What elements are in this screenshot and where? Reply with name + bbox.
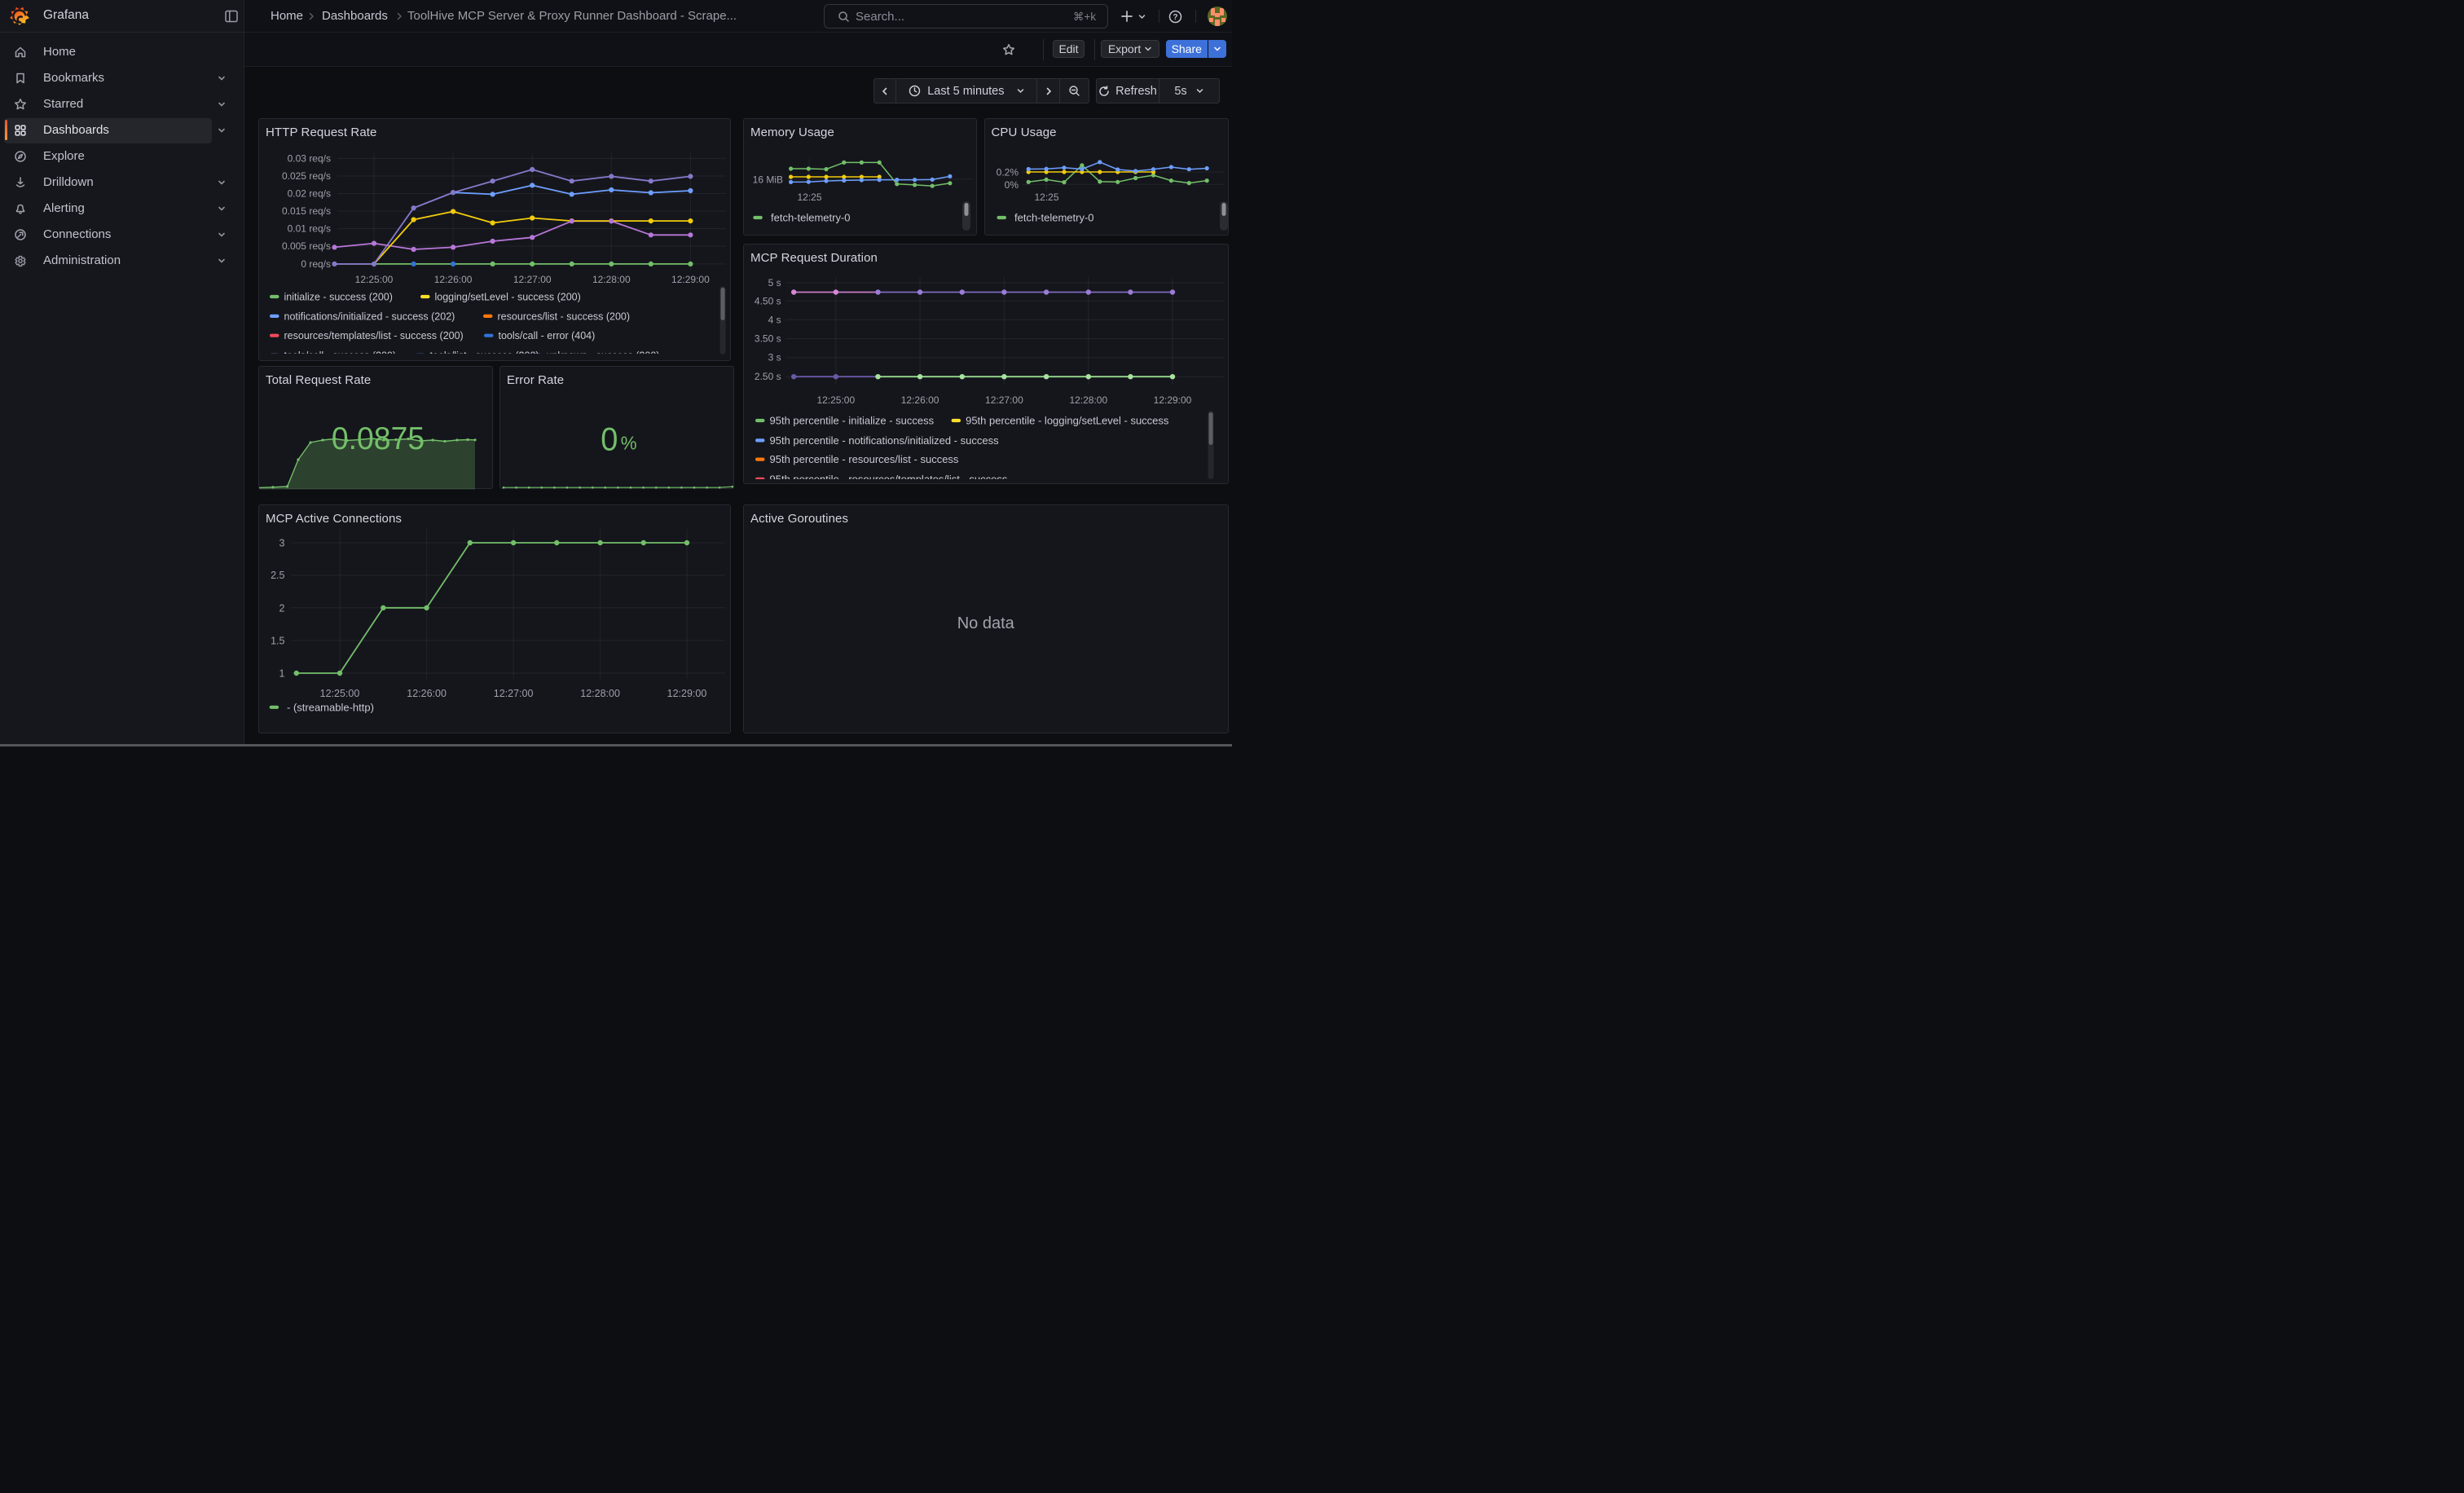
svg-text:0.03 req/s: 0.03 req/s — [288, 152, 331, 164]
svg-text:12:28:00: 12:28:00 — [1069, 394, 1107, 406]
svg-text:95th percentile - resources/li: 95th percentile - resources/list - succe… — [770, 453, 959, 465]
svg-text:12:29:00: 12:29:00 — [1154, 394, 1192, 406]
svg-text:- (streamable-http): - (streamable-http) — [287, 701, 374, 713]
svg-text:notifications/initialized - su: notifications/initialized - success (202… — [284, 310, 455, 322]
svg-text:tools/list - success (200): tools/list - success (200) — [430, 350, 539, 361]
svg-text:12:27:00: 12:27:00 — [513, 274, 552, 285]
svg-text:1.5: 1.5 — [271, 635, 284, 646]
svg-text:0.0875: 0.0875 — [332, 421, 425, 456]
svg-text:0: 0 — [601, 422, 618, 458]
svg-text:12:25:00: 12:25:00 — [320, 688, 360, 699]
svg-text:16 MiB: 16 MiB — [753, 174, 783, 185]
svg-text:0.2%: 0.2% — [996, 167, 1019, 178]
svg-text:0 req/s: 0 req/s — [301, 258, 331, 270]
svg-text:0%: 0% — [1004, 179, 1019, 191]
svg-text:2.50 s: 2.50 s — [755, 371, 781, 382]
svg-text:12:25: 12:25 — [1034, 192, 1058, 203]
svg-text:12:28:00: 12:28:00 — [580, 688, 620, 699]
svg-text:95th percentile - initialize -: 95th percentile - initialize - success — [770, 415, 935, 427]
svg-text:fetch-telemetry-0: fetch-telemetry-0 — [771, 212, 851, 224]
svg-text:12:26:00: 12:26:00 — [407, 688, 447, 699]
svg-text:12:25:00: 12:25:00 — [816, 394, 855, 406]
svg-text:3: 3 — [279, 538, 285, 549]
svg-text:resources/templates/list - suc: resources/templates/list - success (200) — [284, 330, 464, 341]
svg-text:0.02 req/s: 0.02 req/s — [288, 188, 331, 200]
svg-text:?: ? — [1173, 13, 1177, 22]
svg-text:12:27:00: 12:27:00 — [985, 394, 1023, 406]
svg-text:12:28:00: 12:28:00 — [592, 274, 631, 285]
svg-text:5 s: 5 s — [768, 277, 781, 288]
svg-text:fetch-telemetry-0: fetch-telemetry-0 — [1014, 212, 1094, 224]
svg-text:unknown - success (200): unknown - success (200) — [547, 350, 660, 361]
svg-text:12:29:00: 12:29:00 — [671, 274, 710, 285]
svg-text:tools/call - success (200): tools/call - success (200) — [284, 350, 397, 361]
svg-text:95th percentile - notification: 95th percentile - notifications/initiali… — [770, 434, 1000, 447]
svg-text:0.015 req/s: 0.015 req/s — [282, 205, 331, 217]
svg-text:tools/call - error (404): tools/call - error (404) — [499, 330, 596, 341]
svg-text:0.01 req/s: 0.01 req/s — [288, 223, 331, 235]
svg-text:4 s: 4 s — [768, 314, 781, 325]
svg-text:12:26:00: 12:26:00 — [434, 274, 473, 285]
svg-text:0.025 req/s: 0.025 req/s — [282, 170, 331, 182]
svg-text:0.005 req/s: 0.005 req/s — [282, 240, 331, 252]
svg-text:4.50 s: 4.50 s — [755, 295, 781, 306]
svg-text:%: % — [621, 432, 637, 454]
svg-text:12:29:00: 12:29:00 — [667, 688, 707, 699]
svg-text:1: 1 — [279, 668, 285, 680]
svg-text:2.5: 2.5 — [271, 570, 284, 581]
svg-text:95th percentile - logging/setL: 95th percentile - logging/setLevel - suc… — [966, 415, 1169, 427]
svg-text:12:26:00: 12:26:00 — [901, 394, 939, 406]
svg-text:3 s: 3 s — [768, 352, 781, 363]
svg-text:3.50 s: 3.50 s — [755, 333, 781, 345]
svg-text:12:25:00: 12:25:00 — [355, 274, 394, 285]
svg-text:logging/setLevel - success (20: logging/setLevel - success (200) — [435, 292, 581, 303]
svg-text:initialize - success (200): initialize - success (200) — [284, 292, 393, 303]
svg-text:resources/list - success (200): resources/list - success (200) — [498, 310, 631, 322]
svg-text:2: 2 — [279, 602, 285, 614]
svg-text:12:27:00: 12:27:00 — [494, 688, 534, 699]
svg-text:12:25: 12:25 — [797, 192, 821, 203]
svg-text:95th percentile - resources/te: 95th percentile - resources/templates/li… — [770, 473, 1008, 485]
